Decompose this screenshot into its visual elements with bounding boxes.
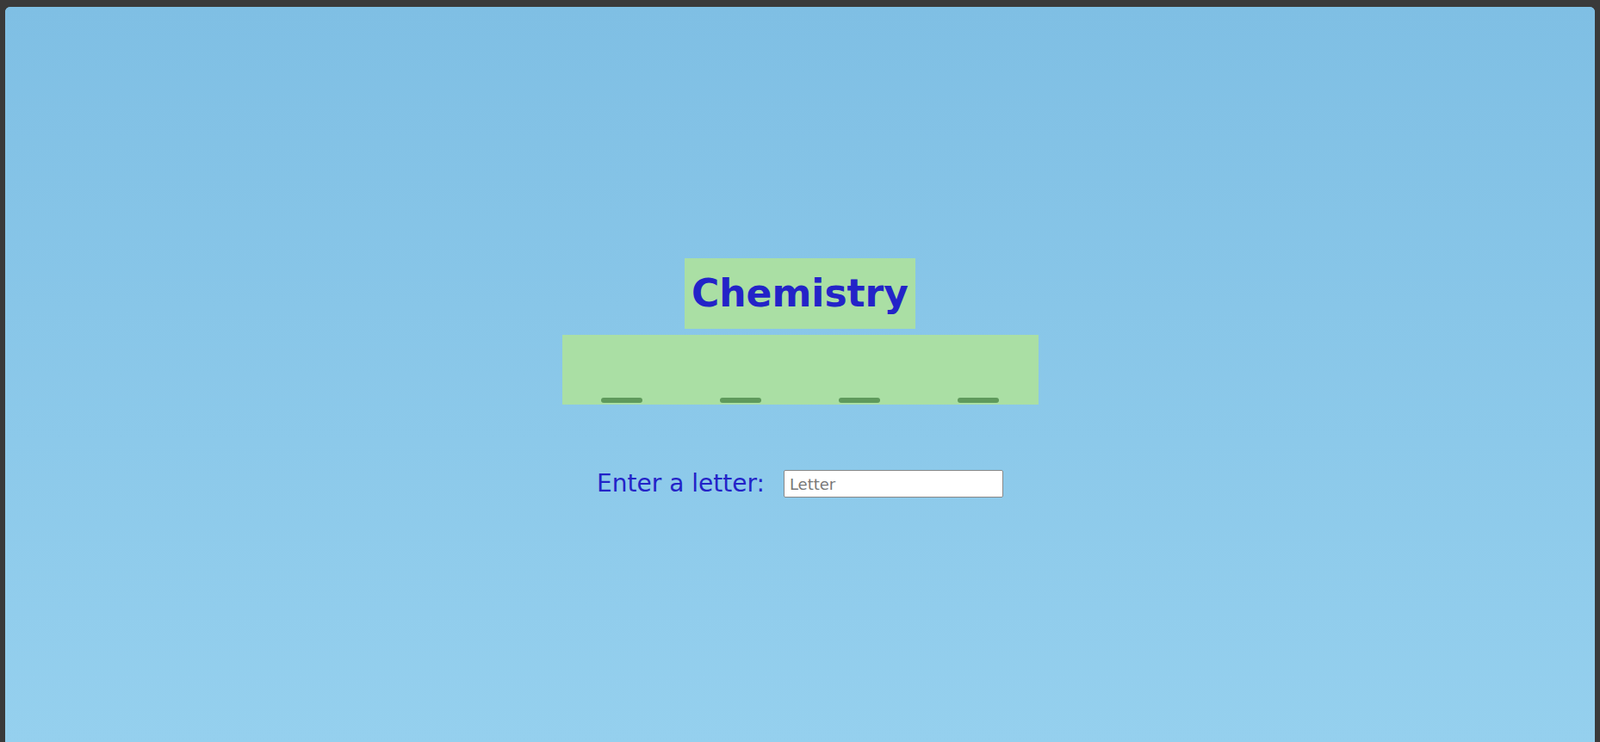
title-box: Chemistry (684, 258, 916, 329)
letter-slot (719, 397, 762, 404)
game-area: Chemistry Enter a letter: (5, 6, 1595, 742)
guess-row: Enter a letter: (596, 470, 1004, 498)
title: Chemistry (691, 274, 909, 313)
letter-slot (838, 397, 881, 404)
letter-slot (957, 397, 999, 404)
letter-slot (601, 397, 643, 404)
word-box (562, 334, 1039, 405)
guess-label: Enter a letter: (596, 471, 765, 497)
letter-input[interactable] (783, 470, 1004, 498)
